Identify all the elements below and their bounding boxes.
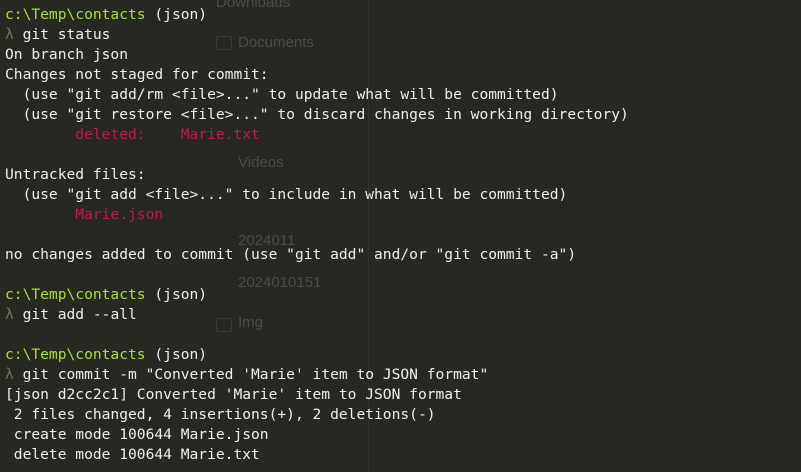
deleted-file-name: Marie.txt: [180, 126, 260, 143]
lambda-icon: λ: [5, 306, 14, 323]
deleted-file-line: deleted: Marie.txt: [5, 125, 629, 145]
prompt-branch: (json): [145, 286, 208, 303]
prompt-path: c:\Temp\contacts: [5, 6, 146, 23]
command-git-commit: git commit -m "Converted 'Marie' item to…: [13, 366, 489, 383]
output-line: [json d2cc2c1] Converted 'Marie' item to…: [5, 386, 462, 403]
output-line: (use "git restore <file>..." to discard …: [5, 106, 629, 123]
prompt-path: c:\Temp\contacts: [5, 286, 146, 303]
output-line: 2 files changed, 4 insertions(+), 2 dele…: [5, 406, 436, 423]
command-line: λ git commit -m "Converted 'Marie' item …: [5, 365, 629, 385]
prompt-path: c:\Temp\contacts: [5, 346, 146, 363]
prompt-branch: (json): [145, 346, 208, 363]
command-git-add: git add --all: [13, 306, 137, 323]
terminal-window[interactable]: Downloads Documents Videos 2024011 20240…: [0, 0, 801, 472]
deleted-label: deleted:: [75, 126, 146, 143]
output-line: delete mode 100644 Marie.txt: [5, 446, 260, 463]
prompt-branch: (json): [145, 6, 208, 23]
command-line: λ git status: [5, 25, 629, 45]
command-git-status: git status: [13, 26, 111, 43]
output-line: no changes added to commit (use "git add…: [5, 246, 577, 263]
untracked-file-line: Marie.json: [5, 205, 629, 225]
output-line: create mode 100644 Marie.json: [5, 426, 269, 443]
output-line: (use "git add <file>..." to include in w…: [5, 186, 568, 203]
prompt-line: c:\Temp\contacts (json): [5, 285, 629, 305]
prompt-line: c:\Temp\contacts (json): [5, 345, 629, 365]
untracked-file-name: Marie.json: [75, 206, 164, 223]
lambda-icon: λ: [5, 366, 14, 383]
terminal-output[interactable]: c:\Temp\contacts (json) λ git status On …: [5, 5, 629, 465]
lambda-icon: λ: [5, 26, 14, 43]
output-line: Changes not staged for commit:: [5, 66, 269, 83]
command-line: λ git add --all: [5, 305, 629, 325]
prompt-line: c:\Temp\contacts (json): [5, 5, 629, 25]
output-line: (use "git add/rm <file>..." to update wh…: [5, 86, 559, 103]
output-line: Untracked files:: [5, 166, 146, 183]
output-line: On branch json: [5, 46, 129, 63]
